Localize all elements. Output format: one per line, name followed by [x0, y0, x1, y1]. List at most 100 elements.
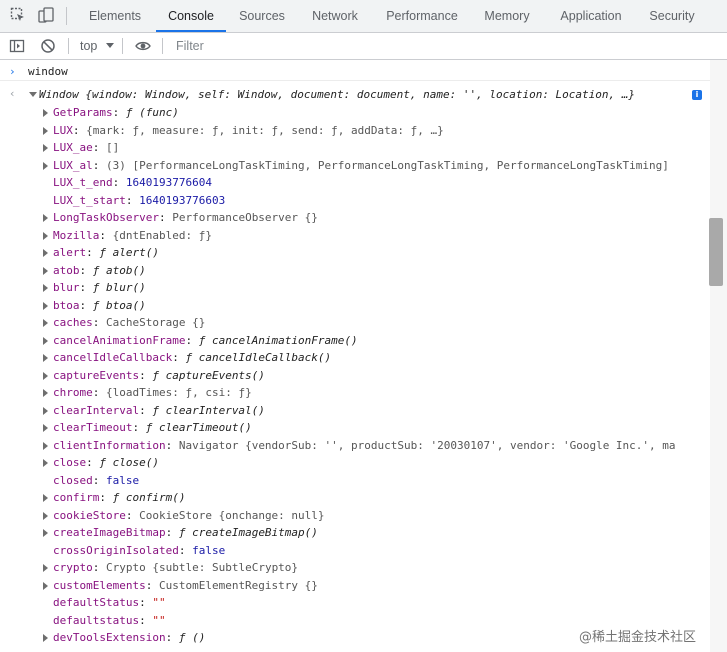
expand-triangle-icon[interactable] — [43, 494, 48, 502]
expand-triangle-icon[interactable] — [43, 231, 48, 240]
property-key: caches — [53, 316, 93, 329]
property-row[interactable]: LongTaskObserver: PerformanceObserver {} — [0, 209, 705, 227]
tab-security[interactable]: Security — [640, 0, 704, 32]
expand-triangle-icon[interactable] — [43, 126, 48, 135]
property-row[interactable]: clearInterval: ƒ clearInterval() — [0, 402, 705, 420]
clear-console-icon[interactable] — [40, 38, 56, 54]
tab-sources[interactable]: Sources — [230, 0, 294, 32]
expand-triangle-icon[interactable] — [43, 511, 48, 520]
console-toolbar: top — [0, 33, 727, 60]
tab-elements[interactable]: Elements — [77, 0, 153, 32]
expand-triangle-icon[interactable] — [43, 214, 48, 222]
expand-triangle-icon[interactable] — [43, 319, 48, 327]
expand-triangle-icon[interactable] — [43, 441, 48, 450]
property-row[interactable]: LUX_al: (3) [PerformanceLongTaskTiming, … — [0, 157, 705, 175]
scrollbar-thumb[interactable] — [709, 218, 723, 286]
property-row[interactable]: cookieStore: CookieStore {onchange: null… — [0, 507, 705, 525]
expand-triangle-icon[interactable] — [43, 424, 48, 432]
property-key: cancelAnimationFrame — [53, 333, 186, 347]
expand-triangle-icon[interactable] — [43, 581, 48, 590]
device-toolbar-icon[interactable] — [38, 7, 54, 23]
info-icon[interactable]: i — [692, 90, 702, 100]
tab-application[interactable]: Application — [549, 0, 633, 32]
property-row[interactable]: closed: false — [0, 472, 705, 490]
property-row[interactable]: LUX: {mark: ƒ, measure: ƒ, init: ƒ, send… — [0, 122, 705, 140]
execution-context-select[interactable]: top — [80, 33, 97, 59]
devtools-window: Elements Console Sources Network Perform… — [0, 0, 727, 652]
property-row[interactable]: chrome: {loadTimes: ƒ, csi: ƒ} — [0, 384, 705, 402]
sidebar-toggle-icon[interactable] — [9, 38, 25, 54]
property-colon: : — [125, 508, 140, 522]
expand-triangle-icon[interactable] — [43, 634, 48, 642]
property-value: (3) [PerformanceLongTaskTiming, Performa… — [106, 158, 669, 172]
expand-triangle-icon[interactable] — [43, 371, 48, 380]
filter-input[interactable] — [168, 35, 727, 57]
property-colon: : — [86, 456, 100, 469]
property-row[interactable]: confirm: ƒ confirm() — [0, 489, 705, 507]
property-row[interactable]: clientInformation: Navigator {vendorSub:… — [0, 437, 705, 455]
expand-triangle-icon[interactable] — [43, 459, 48, 467]
console-input-text: window — [28, 65, 68, 78]
property-row[interactable]: GetParams: ƒ (func) — [0, 104, 705, 122]
property-value: ƒ atob() — [92, 263, 146, 277]
expand-triangle-icon[interactable] — [43, 266, 48, 275]
expand-triangle-icon[interactable] — [43, 301, 48, 310]
expand-triangle-icon[interactable] — [43, 354, 48, 362]
expand-triangle-icon[interactable] — [43, 144, 48, 152]
expand-triangle-icon[interactable] — [43, 529, 48, 537]
console-result-row[interactable]: ‹ Window {window: Window, self: Window, … — [0, 86, 727, 104]
property-key: defaultstatus — [53, 613, 140, 627]
expand-triangle-icon[interactable] — [43, 336, 48, 345]
property-row[interactable]: btoa: ƒ btoa() — [0, 297, 705, 315]
tab-network[interactable]: Network — [302, 0, 368, 32]
property-row[interactable]: close: ƒ close() — [0, 454, 705, 472]
property-colon: : — [165, 526, 179, 539]
property-row[interactable]: clearTimeout: ƒ clearTimeout() — [0, 419, 705, 437]
property-row[interactable]: alert: ƒ alert() — [0, 244, 705, 262]
property-row[interactable]: crossOriginIsolated: false — [0, 542, 705, 560]
tab-performance[interactable]: Performance — [377, 0, 467, 32]
property-colon: : — [92, 386, 106, 399]
expand-triangle-icon[interactable] — [43, 389, 48, 397]
property-colon: : — [92, 561, 106, 574]
expand-triangle-icon[interactable] — [43, 109, 48, 117]
property-row[interactable]: captureEvents: ƒ captureEvents() — [0, 367, 705, 385]
scrollbar-track[interactable] — [710, 60, 727, 652]
property-row[interactable]: crypto: Crypto {subtle: SubtleCrypto} — [0, 559, 705, 577]
property-row[interactable]: LUX_ae: [] — [0, 139, 705, 157]
property-colon: : — [178, 543, 193, 557]
property-row[interactable]: Mozilla: {dntEnabled: ƒ} — [0, 227, 705, 245]
property-value: "" — [152, 613, 166, 627]
eye-icon[interactable] — [135, 38, 151, 54]
expand-triangle-icon[interactable] — [43, 284, 48, 292]
property-colon: : — [79, 281, 93, 294]
property-row[interactable]: LUX_t_end: 1640193776604 — [0, 174, 705, 192]
result-summary: Window {window: Window, self: Window, do… — [39, 88, 636, 101]
property-colon: : — [139, 596, 153, 609]
expand-triangle-icon[interactable] — [29, 92, 37, 97]
property-colon: : — [92, 141, 106, 154]
expand-triangle-icon[interactable] — [43, 249, 48, 257]
property-row[interactable]: LUX_t_start: 1640193776603 — [0, 192, 705, 210]
property-row[interactable]: blur: ƒ blur() — [0, 279, 705, 297]
expand-triangle-icon[interactable] — [43, 406, 48, 415]
property-colon: : — [92, 473, 106, 487]
expand-triangle-icon[interactable] — [43, 161, 48, 170]
tab-memory[interactable]: Memory — [476, 0, 538, 32]
property-value: ƒ btoa() — [92, 298, 146, 312]
property-row[interactable]: cancelIdleCallback: ƒ cancelIdleCallback… — [0, 349, 705, 367]
property-value: "" — [152, 596, 166, 609]
property-row[interactable]: createImageBitmap: ƒ createImageBitmap() — [0, 524, 705, 542]
property-value: ƒ captureEvents() — [152, 368, 265, 382]
inspect-element-icon[interactable] — [10, 7, 26, 23]
property-row[interactable]: defaultStatus: "" — [0, 594, 705, 612]
expand-triangle-icon[interactable] — [43, 564, 48, 572]
property-key: LongTaskObserver — [53, 211, 159, 224]
property-row[interactable]: cancelAnimationFrame: ƒ cancelAnimationF… — [0, 332, 705, 350]
chevron-down-icon[interactable] — [106, 43, 114, 48]
tab-console[interactable]: Console — [156, 0, 226, 32]
property-row[interactable]: customElements: CustomElementRegistry {} — [0, 577, 705, 595]
property-value: CustomElementRegistry {} — [158, 578, 318, 592]
property-row[interactable]: caches: CacheStorage {} — [0, 314, 705, 332]
property-row[interactable]: atob: ƒ atob() — [0, 262, 705, 280]
